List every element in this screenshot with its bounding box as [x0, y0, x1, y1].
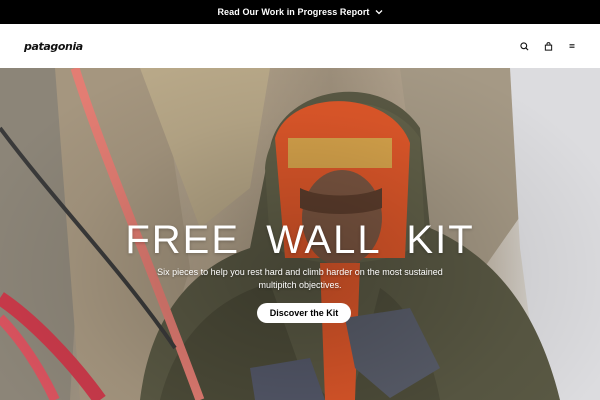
chevron-down-icon	[375, 8, 383, 16]
site-header: patagonia	[0, 24, 600, 68]
patagonia-logo[interactable]: patagonia	[24, 40, 83, 53]
header-icons	[518, 40, 578, 52]
announcement-bar[interactable]: Read Our Work in Progress Report	[0, 0, 600, 24]
hero-subtitle: Six pieces to help you rest hard and cli…	[157, 267, 443, 290]
bag-icon[interactable]	[542, 40, 554, 52]
search-icon[interactable]	[518, 40, 530, 52]
discover-kit-button[interactable]: Discover the Kit	[257, 303, 351, 323]
hero-title: FREE WALL KIT	[125, 218, 475, 262]
announcement-text[interactable]: Read Our Work in Progress Report	[217, 7, 369, 17]
hero-banner: FREE WALL KIT Six pieces to help you res…	[0, 68, 600, 400]
menu-icon[interactable]	[566, 40, 578, 52]
